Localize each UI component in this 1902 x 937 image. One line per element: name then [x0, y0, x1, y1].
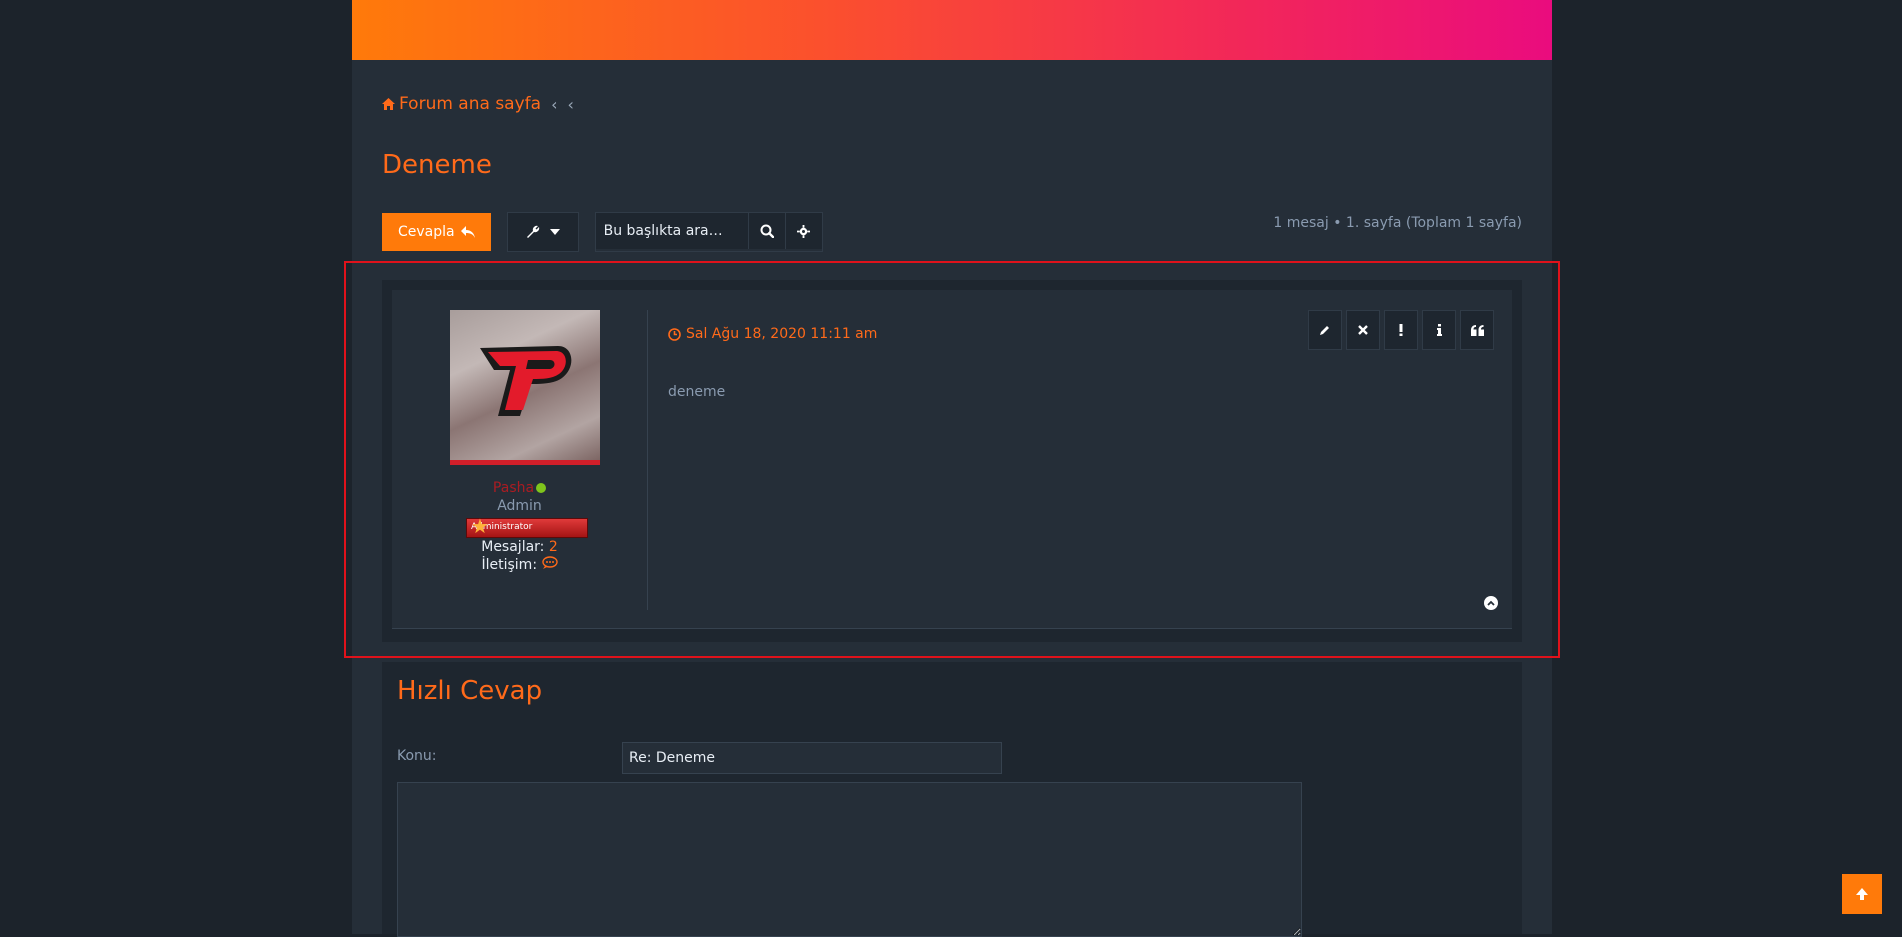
- scroll-to-top-button[interactable]: [1842, 874, 1882, 914]
- post-actions: [1308, 310, 1494, 350]
- quote-button[interactable]: [1460, 310, 1494, 350]
- close-icon: [1358, 325, 1368, 335]
- caret-down-icon: [549, 229, 560, 235]
- post-profile: Pasha Admin Administrator ★ Mesajlar: 2 …: [392, 310, 648, 610]
- post-author-rank: Admin: [497, 498, 542, 514]
- post-count-row: Mesajlar: 2: [392, 538, 647, 556]
- star-icon: ★: [471, 514, 489, 538]
- contact-label: İletişim:: [481, 557, 538, 573]
- subject-input[interactable]: [622, 742, 1002, 774]
- pencil-icon: [1320, 326, 1329, 335]
- info-icon: [1436, 324, 1442, 336]
- arrow-up-icon: [1856, 888, 1868, 900]
- gear-icon: [797, 224, 811, 238]
- post: Pasha Admin Administrator ★ Mesajlar: 2 …: [392, 290, 1512, 629]
- header-banner: [352, 0, 1552, 60]
- post-count-link[interactable]: 2: [549, 539, 558, 555]
- breadcrumb-home-label: Forum ana sayfa: [399, 94, 542, 114]
- edit-button[interactable]: [1308, 310, 1342, 350]
- page-container: Forum ana sayfa ‹ ‹ Deneme Cevapla 1 mes…: [352, 0, 1552, 937]
- exclamation-icon: [1399, 324, 1403, 336]
- pasha-logo-icon: [480, 346, 572, 416]
- post-count-label: Mesajlar:: [481, 539, 545, 555]
- subject-label: Konu:: [397, 748, 437, 764]
- home-icon: [382, 98, 395, 110]
- reply-icon: [460, 226, 475, 238]
- report-button[interactable]: [1384, 310, 1418, 350]
- post-date[interactable]: Sal Ağu 18, 2020 11:11 am: [668, 326, 877, 342]
- reply-button-label: Cevapla: [398, 224, 455, 240]
- post-container: Pasha Admin Administrator ★ Mesajlar: 2 …: [382, 280, 1522, 642]
- breadcrumb-home-link[interactable]: Forum ana sayfa: [382, 94, 541, 114]
- pagination-info: 1 mesaj • 1. sayfa (Toplam 1 sayfa): [1273, 215, 1522, 231]
- info-button[interactable]: [1422, 310, 1456, 350]
- post-author-stats: Mesajlar: 2 İletişim:: [392, 538, 647, 574]
- topic-search-input[interactable]: [595, 213, 748, 249]
- post-author-name[interactable]: Pasha: [493, 480, 534, 496]
- post-content: deneme: [668, 384, 726, 400]
- quote-icon: [1470, 324, 1484, 336]
- advanced-search-button[interactable]: [784, 213, 822, 249]
- rank-badge: Administrator ★: [466, 514, 588, 538]
- breadcrumb: Forum ana sayfa ‹ ‹: [382, 94, 574, 114]
- breadcrumb-separator: ‹: [567, 94, 574, 114]
- topic-search-box: [594, 212, 823, 252]
- topic-tools-dropdown[interactable]: [506, 212, 579, 252]
- quick-reply-panel: Hızlı Cevap Konu:: [382, 662, 1522, 937]
- post-author: Pasha: [392, 480, 647, 496]
- reply-button[interactable]: Cevapla: [382, 213, 491, 251]
- chevron-up-icon: [1487, 600, 1495, 606]
- online-status-icon: [536, 483, 547, 493]
- delete-button[interactable]: [1346, 310, 1380, 350]
- speech-bubble-icon[interactable]: [541, 556, 558, 569]
- topic-toolbar: Cevapla: [382, 212, 823, 252]
- search-button[interactable]: [747, 213, 785, 249]
- back-to-top-link[interactable]: [1484, 596, 1498, 610]
- post-date-text: Sal Ağu 18, 2020 11:11 am: [686, 326, 878, 342]
- wrench-icon: [526, 225, 539, 238]
- topic-title[interactable]: Deneme: [382, 150, 492, 180]
- breadcrumb-separator: ‹: [551, 94, 558, 114]
- message-textarea[interactable]: [397, 782, 1302, 937]
- quick-reply-title: Hızlı Cevap: [397, 676, 543, 706]
- search-icon: [760, 224, 774, 238]
- contact-row: İletişim:: [392, 556, 647, 574]
- clock-icon: [668, 327, 681, 341]
- avatar[interactable]: [450, 310, 600, 465]
